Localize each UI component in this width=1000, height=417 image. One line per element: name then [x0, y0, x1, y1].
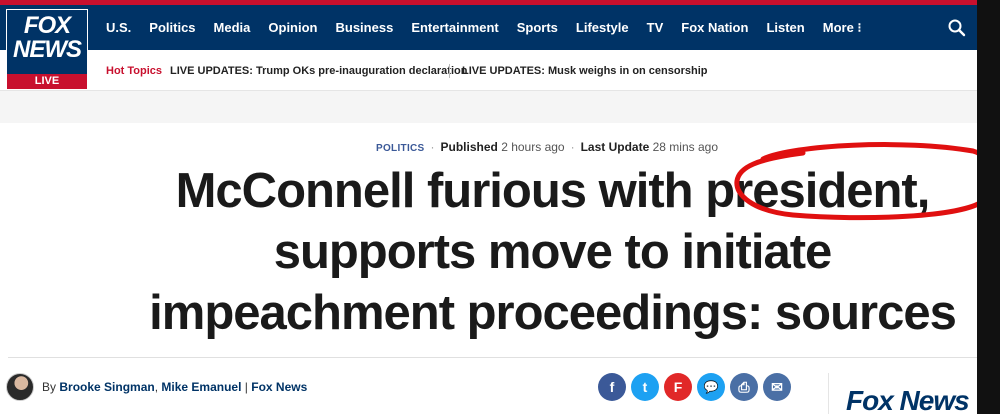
headline-line: impeachment proceedings: sources	[149, 286, 957, 340]
outlet-separator: |	[244, 380, 248, 394]
nav-item-opinion[interactable]: Opinion	[268, 20, 317, 35]
author-link[interactable]: Brooke Singman	[59, 380, 154, 394]
nav-item-business[interactable]: Business	[336, 20, 394, 35]
divider	[8, 357, 977, 358]
site-header: U.S. Politics Media Opinion Business Ent…	[0, 5, 977, 50]
comment-icon[interactable]: 💬	[697, 373, 725, 401]
published-time: 2 hours ago	[501, 140, 565, 154]
nav-item-lifestyle[interactable]: Lifestyle	[576, 20, 629, 35]
ad-spacer	[0, 91, 977, 123]
main-nav: U.S. Politics Media Opinion Business Ent…	[106, 5, 880, 50]
nav-item-more[interactable]: More ⁝	[823, 20, 862, 36]
byline-prefix: By	[42, 380, 57, 394]
author-link[interactable]: Mike Emanuel	[161, 380, 241, 394]
nav-item-sports[interactable]: Sports	[517, 20, 558, 35]
fox-news-logo[interactable]: FOX NEWS LIVE	[6, 9, 88, 90]
published-label: Published	[440, 140, 498, 154]
headline-line: supports move to initiate	[273, 225, 833, 279]
nav-item-us[interactable]: U.S.	[106, 20, 131, 35]
article-headline: McConnell furious with president, suppor…	[130, 161, 975, 344]
window-edge	[977, 0, 1000, 414]
hot-topics-bar: Hot Topics LIVE UPDATES: Trump OKs pre-i…	[0, 50, 977, 91]
nav-item-politics[interactable]: Politics	[149, 20, 195, 35]
nav-item-fox-nation[interactable]: Fox Nation	[681, 20, 748, 35]
share-buttons: f t F 💬 ⎙ ✉	[598, 373, 791, 401]
category-link[interactable]: POLITICS	[376, 143, 425, 154]
logo-live-badge: LIVE	[7, 74, 87, 89]
flipboard-icon[interactable]: F	[664, 373, 692, 401]
author-separator: ,	[154, 380, 159, 394]
nav-item-entertainment[interactable]: Entertainment	[411, 20, 498, 35]
hot-topic-link[interactable]: LIVE UPDATES: Trump OKs pre-inauguration…	[170, 65, 467, 77]
nav-item-media[interactable]: Media	[214, 20, 251, 35]
updated-label: Last Update	[580, 140, 650, 154]
twitter-icon[interactable]: t	[631, 373, 659, 401]
author-avatar	[6, 373, 34, 401]
logo-text-fox: FOX	[23, 12, 71, 39]
print-icon[interactable]: ⎙	[730, 373, 758, 401]
byline: By Brooke Singman, Mike Emanuel | Fox Ne…	[6, 373, 307, 401]
nav-item-listen[interactable]: Listen	[766, 20, 804, 35]
hot-topics-label: Hot Topics	[106, 65, 163, 77]
nav-item-tv[interactable]: TV	[647, 20, 664, 35]
outlet-link[interactable]: Fox News	[251, 380, 307, 394]
logo-text-news: NEWS	[13, 36, 82, 63]
facebook-icon[interactable]: f	[598, 373, 626, 401]
hot-topic-divider	[449, 64, 450, 78]
rail-divider	[828, 373, 829, 414]
headline-line: McConnell furious with president,	[175, 164, 931, 218]
article: POLITICS · Published 2 hours ago · Last Upda…	[0, 123, 977, 417]
article-meta: POLITICS · Published 2 hours ago · Last Upda…	[376, 140, 718, 154]
hot-topic-link[interactable]: LIVE UPDATES: Musk weighs in on censorsh…	[462, 65, 708, 77]
search-icon[interactable]	[946, 17, 968, 39]
fox-news-rail-logo[interactable]: Fox News	[846, 385, 970, 417]
email-icon[interactable]: ✉	[763, 373, 791, 401]
updated-time: 28 mins ago	[652, 140, 718, 154]
